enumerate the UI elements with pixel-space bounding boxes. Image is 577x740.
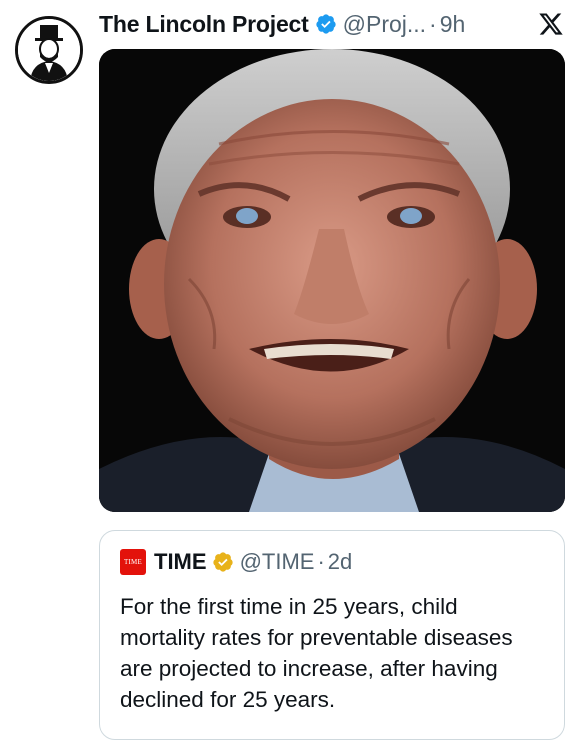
lincoln-portrait-icon [18, 19, 80, 81]
verified-badge-icon [316, 14, 336, 34]
time-avatar[interactable]: TIME [120, 549, 146, 575]
tweet-header: The Lincoln Project @Proj... · 9h [99, 8, 465, 40]
quoted-tweet-text: For the first time in 25 years, child mo… [120, 594, 513, 712]
x-logo-icon[interactable] [538, 11, 564, 37]
quoted-author-handle[interactable]: @TIME [240, 549, 315, 575]
separator-dot: · [429, 10, 437, 37]
quoted-tweet[interactable]: TIME TIME @TIME · 2d For the first time … [99, 530, 565, 740]
quoted-timestamp[interactable]: 2d [328, 549, 352, 575]
author-avatar[interactable] [15, 16, 83, 84]
quoted-tweet-header: TIME TIME @TIME · 2d [120, 549, 352, 575]
author-name[interactable]: The Lincoln Project [99, 11, 309, 38]
gold-verified-badge-icon [212, 552, 233, 572]
tweet-photo[interactable] [99, 49, 565, 512]
author-handle[interactable]: @Proj... [343, 11, 426, 38]
quoted-author-name[interactable]: TIME [154, 549, 207, 575]
tweet-timestamp[interactable]: 9h [440, 11, 466, 38]
portrait-photo [99, 49, 565, 512]
quoted-separator-dot: · [317, 549, 325, 574]
